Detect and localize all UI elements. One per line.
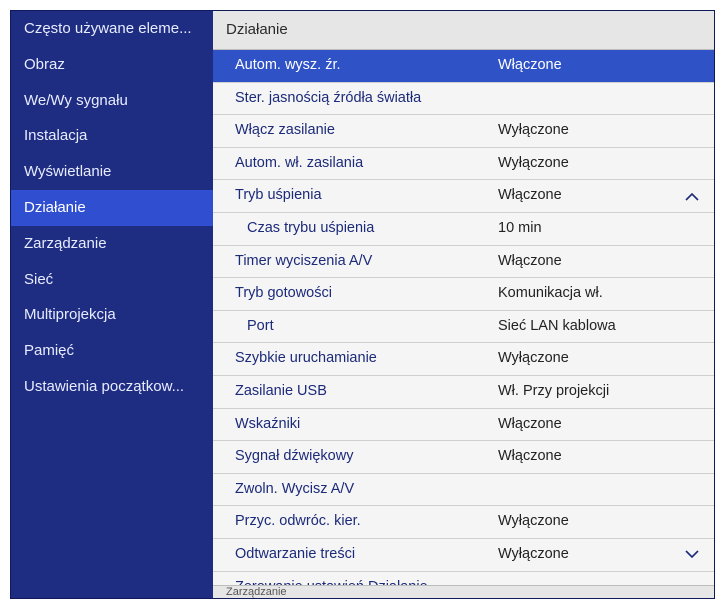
- sidebar-item-frequent[interactable]: Często używane eleme...: [11, 11, 213, 47]
- sidebar-item-installation[interactable]: Instalacja: [11, 118, 213, 154]
- chevron-up-icon[interactable]: [684, 180, 700, 212]
- setting-label: Timer wyciszenia A/V: [235, 252, 373, 269]
- setting-label: Odtwarzanie treści: [235, 545, 356, 562]
- setting-value: Sieć LAN kablowa: [498, 317, 616, 334]
- setting-label: Sygnał dźwiękowy: [235, 448, 354, 465]
- setting-row-invert-buttons[interactable]: Przyc. odwróc. kier. Wyłączone: [213, 506, 714, 539]
- sidebar-item-operation[interactable]: Działanie: [11, 189, 213, 226]
- setting-label: Tryb gotowości: [235, 285, 332, 302]
- setting-label: Ster. jasnością źródła światła: [235, 89, 422, 106]
- setting-label: Szybkie uruchamianie: [235, 350, 377, 367]
- projector-menu: Często używane eleme... Obraz We/Wy sygn…: [10, 10, 715, 599]
- setting-value: Wyłączone: [498, 154, 569, 171]
- setting-row-content-playback[interactable]: Odtwarzanie treści Wyłączone: [213, 538, 714, 572]
- setting-label: Zasilanie USB: [235, 382, 327, 399]
- setting-value: Wyłączone: [498, 545, 569, 562]
- setting-value: Włączone: [498, 187, 562, 204]
- setting-row-usb-power[interactable]: Zasilanie USB Wł. Przy projekcji: [213, 375, 714, 409]
- setting-value: Wyłączone: [498, 122, 569, 139]
- setting-label: Wskaźniki: [235, 415, 301, 432]
- setting-label: Tryb uśpienia: [235, 187, 322, 204]
- setting-label: Włącz zasilanie: [235, 122, 335, 139]
- sidebar-item-multi-projection[interactable]: Multiprojekcja: [11, 297, 213, 333]
- setting-value: Włączone: [498, 252, 562, 269]
- setting-label: Autom. wł. zasilania: [235, 154, 364, 171]
- chevron-down-icon[interactable]: [684, 539, 700, 571]
- setting-value: Komunikacja wł.: [498, 285, 603, 302]
- sidebar-item-initial-settings[interactable]: Ustawienia początkow...: [11, 369, 213, 405]
- setting-row-av-mute-timer[interactable]: Timer wyciszenia A/V Włączone: [213, 245, 714, 279]
- sidebar-item-signal-io[interactable]: We/Wy sygnału: [11, 83, 213, 119]
- setting-label: Zwoln. Wycisz A/V: [235, 480, 355, 497]
- settings-list: Autom. wysz. źr. Włączone Ster. jasności…: [213, 50, 714, 598]
- setting-row-sleep-mode-timer[interactable]: Czas trybu uśpienia 10 min: [213, 212, 714, 246]
- setting-value: Wyłączone: [498, 350, 569, 367]
- setting-row-beep[interactable]: Sygnał dźwiękowy Włączone: [213, 441, 714, 474]
- setting-row-light-source-brightness[interactable]: Ster. jasnością źródła światła: [213, 82, 714, 116]
- sidebar-item-network[interactable]: Sieć: [11, 262, 213, 298]
- setting-label: Przyc. odwróc. kier.: [235, 513, 361, 530]
- setting-row-quick-startup[interactable]: Szybkie uruchamianie Wyłączone: [213, 343, 714, 376]
- setting-row-port[interactable]: Port Sieć LAN kablowa: [213, 310, 714, 344]
- setting-value: Wyłączone: [498, 513, 569, 530]
- next-section-peek: Zarządzanie: [213, 585, 714, 598]
- setting-label: Czas trybu uśpienia: [247, 219, 375, 236]
- setting-row-standby-mode[interactable]: Tryb gotowości Komunikacja wł.: [213, 278, 714, 311]
- setting-value: Włączone: [498, 57, 562, 73]
- setting-label: Port: [247, 317, 274, 334]
- setting-value: 10 min: [498, 219, 542, 236]
- sidebar: Często używane eleme... Obraz We/Wy sygn…: [11, 11, 213, 598]
- setting-label: Autom. wysz. źr.: [235, 57, 341, 73]
- setting-value: Włączone: [498, 448, 562, 465]
- settings-panel: Działanie Autom. wysz. źr. Włączone Ster…: [213, 11, 714, 598]
- setting-row-direct-power-on[interactable]: Włącz zasilanie Wyłączone: [213, 115, 714, 148]
- setting-value: Wł. Przy projekcji: [498, 382, 610, 399]
- sidebar-item-image[interactable]: Obraz: [11, 47, 213, 83]
- setting-row-auto-source-search[interactable]: Autom. wysz. źr. Włączone: [213, 50, 714, 83]
- setting-row-av-mute-release[interactable]: Zwoln. Wycisz A/V: [213, 473, 714, 507]
- setting-value: Włączone: [498, 415, 562, 432]
- setting-row-indicators[interactable]: Wskaźniki Włączone: [213, 408, 714, 442]
- sidebar-item-management[interactable]: Zarządzanie: [11, 226, 213, 262]
- sidebar-item-display[interactable]: Wyświetlanie: [11, 154, 213, 190]
- setting-row-sleep-mode[interactable]: Tryb uśpienia Włączone: [213, 180, 714, 213]
- sidebar-item-memory[interactable]: Pamięć: [11, 333, 213, 369]
- panel-title: Działanie: [213, 11, 714, 50]
- setting-row-auto-power-on[interactable]: Autom. wł. zasilania Wyłączone: [213, 147, 714, 181]
